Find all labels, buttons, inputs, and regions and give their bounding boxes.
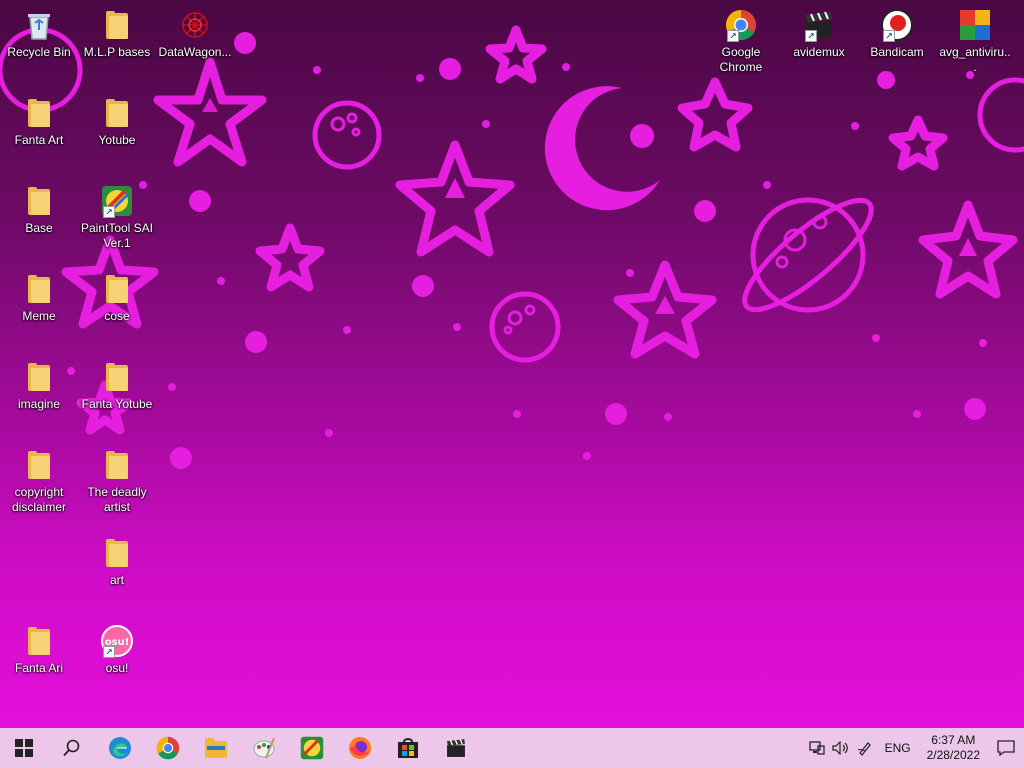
edge-icon <box>109 737 131 759</box>
language-indicator[interactable]: ENG <box>877 741 919 755</box>
file-explorer-icon <box>205 738 227 758</box>
shortcut-arrow-icon: ↗ <box>805 30 817 42</box>
taskbar-store[interactable] <box>384 728 432 768</box>
folder-icon <box>21 184 57 218</box>
icon-label: copyright disclaimer <box>11 485 66 514</box>
folder-icon <box>99 96 135 130</box>
desktop-icon-recycle-bin[interactable]: Recycle Bin <box>2 8 76 60</box>
desktop-icon-avg-antivirus[interactable]: avg_antiviru... <box>938 8 1012 75</box>
osu-icon: osu! ↗ <box>99 624 135 658</box>
desktop-icon-osu[interactable]: osu! ↗ osu! <box>80 624 154 676</box>
shortcut-arrow-icon: ↗ <box>883 30 895 42</box>
icon-label: Recycle Bin <box>7 45 71 59</box>
desktop-icon-mlp-bases[interactable]: M.L.P bases <box>80 8 154 60</box>
paint-icon <box>253 737 275 759</box>
taskbar-avidemux[interactable] <box>432 728 480 768</box>
icon-label: Fanta Yotube <box>81 397 153 411</box>
system-tray: ENG 6:37 AM 2/28/2022 <box>805 728 1024 768</box>
desktop-icon-fanta-ari[interactable]: Fanta Ari <box>2 624 76 676</box>
avg-icon <box>957 8 993 42</box>
icon-label: Yotube <box>98 133 136 147</box>
desktop-icon-art[interactable]: art <box>80 536 154 588</box>
desktop-icon-base[interactable]: Base <box>2 184 76 236</box>
chrome-icon: ↗ <box>723 8 759 42</box>
desktop[interactable]: Recycle Bin Fanta Art Base Meme imagine … <box>0 0 1024 728</box>
taskbar-painttool-sai[interactable] <box>288 728 336 768</box>
folder-icon <box>21 272 57 306</box>
icon-label: PaintTool SAI Ver.1 <box>80 221 154 250</box>
icon-label: art <box>109 573 124 587</box>
network-icon[interactable] <box>805 728 829 768</box>
notification-icon <box>997 740 1015 756</box>
folder-icon <box>21 360 57 394</box>
folder-icon <box>21 96 57 130</box>
volume-icon[interactable] <box>829 728 853 768</box>
icon-label: osu! <box>105 661 129 675</box>
firefox-icon <box>349 737 371 759</box>
bandicam-icon: ↗ <box>879 8 915 42</box>
folder-icon <box>21 448 57 482</box>
icon-label: The deadly artist <box>87 485 147 514</box>
desktop-icon-fanta-yotube[interactable]: Fanta Yotube <box>80 360 154 412</box>
clock-time: 6:37 AM <box>931 733 976 747</box>
shortcut-arrow-icon: ↗ <box>103 646 115 658</box>
desktop-icon-meme[interactable]: Meme <box>2 272 76 324</box>
icon-label: Base <box>25 221 53 235</box>
folder-icon <box>21 624 57 658</box>
recycle-bin-icon <box>21 8 57 42</box>
desktop-icon-the-deadly-artist[interactable]: The deadly artist <box>80 448 154 515</box>
folder-icon <box>99 448 135 482</box>
taskbar-paint[interactable] <box>240 728 288 768</box>
painttool-sai-icon <box>300 736 324 760</box>
desktop-icon-fanta-art[interactable]: Fanta Art <box>2 96 76 148</box>
icon-label: M.L.P bases <box>83 45 151 59</box>
desktop-icon-imagine[interactable]: imagine <box>2 360 76 412</box>
icon-label: avg_antiviru... <box>939 45 1011 74</box>
desktop-icon-cose[interactable]: cose <box>80 272 154 324</box>
desktop-icon-google-chrome[interactable]: ↗ Google Chrome <box>704 8 778 75</box>
desktop-icon-painttool-sai[interactable]: ↗ PaintTool SAI Ver.1 <box>80 184 154 251</box>
start-icon <box>15 739 33 757</box>
desktop-icon-copyright-disclaimer[interactable]: copyright disclaimer <box>2 448 76 515</box>
icon-label: DataWagon... <box>158 45 232 59</box>
painttool-sai-icon: ↗ <box>99 184 135 218</box>
avidemux-icon: ↗ <box>801 8 837 42</box>
taskbar-file-explorer[interactable] <box>192 728 240 768</box>
desktop-icon-avidemux[interactable]: ↗ avidemux <box>782 8 856 60</box>
folder-icon <box>99 8 135 42</box>
datawagon-icon <box>177 8 213 42</box>
pen-icon[interactable] <box>853 728 877 768</box>
icon-label: Bandicam <box>870 45 924 59</box>
avidemux-icon <box>447 738 465 757</box>
icon-label: Meme <box>22 309 56 323</box>
taskbar-firefox[interactable] <box>336 728 384 768</box>
desktop-icon-bandicam[interactable]: ↗ Bandicam <box>860 8 934 60</box>
search-icon <box>63 739 80 757</box>
desktop-icon-datawagon[interactable]: DataWagon... <box>158 8 232 60</box>
icon-label: imagine <box>17 397 61 411</box>
icon-label: Fanta Art <box>14 133 64 147</box>
folder-icon <box>99 272 135 306</box>
clock[interactable]: 6:37 AM 2/28/2022 <box>919 733 988 763</box>
shortcut-arrow-icon: ↗ <box>103 206 115 218</box>
shortcut-arrow-icon: ↗ <box>727 30 739 42</box>
start-button[interactable] <box>0 728 48 768</box>
folder-icon <box>99 360 135 394</box>
folder-icon <box>99 536 135 570</box>
icon-label: avidemux <box>793 45 845 59</box>
chrome-icon <box>156 736 180 760</box>
taskbar: ENG 6:37 AM 2/28/2022 <box>0 728 1024 768</box>
taskbar-chrome[interactable] <box>144 728 192 768</box>
clock-date: 2/28/2022 <box>926 748 980 762</box>
search-button[interactable] <box>48 728 96 768</box>
taskbar-edge[interactable] <box>96 728 144 768</box>
icon-label: Fanta Ari <box>14 661 64 675</box>
icon-label: Google Chrome <box>719 45 763 74</box>
desktop-icon-yotube[interactable]: Yotube <box>80 96 154 148</box>
notification-button[interactable] <box>988 728 1024 768</box>
store-icon <box>398 738 418 758</box>
icon-label: cose <box>104 309 130 323</box>
